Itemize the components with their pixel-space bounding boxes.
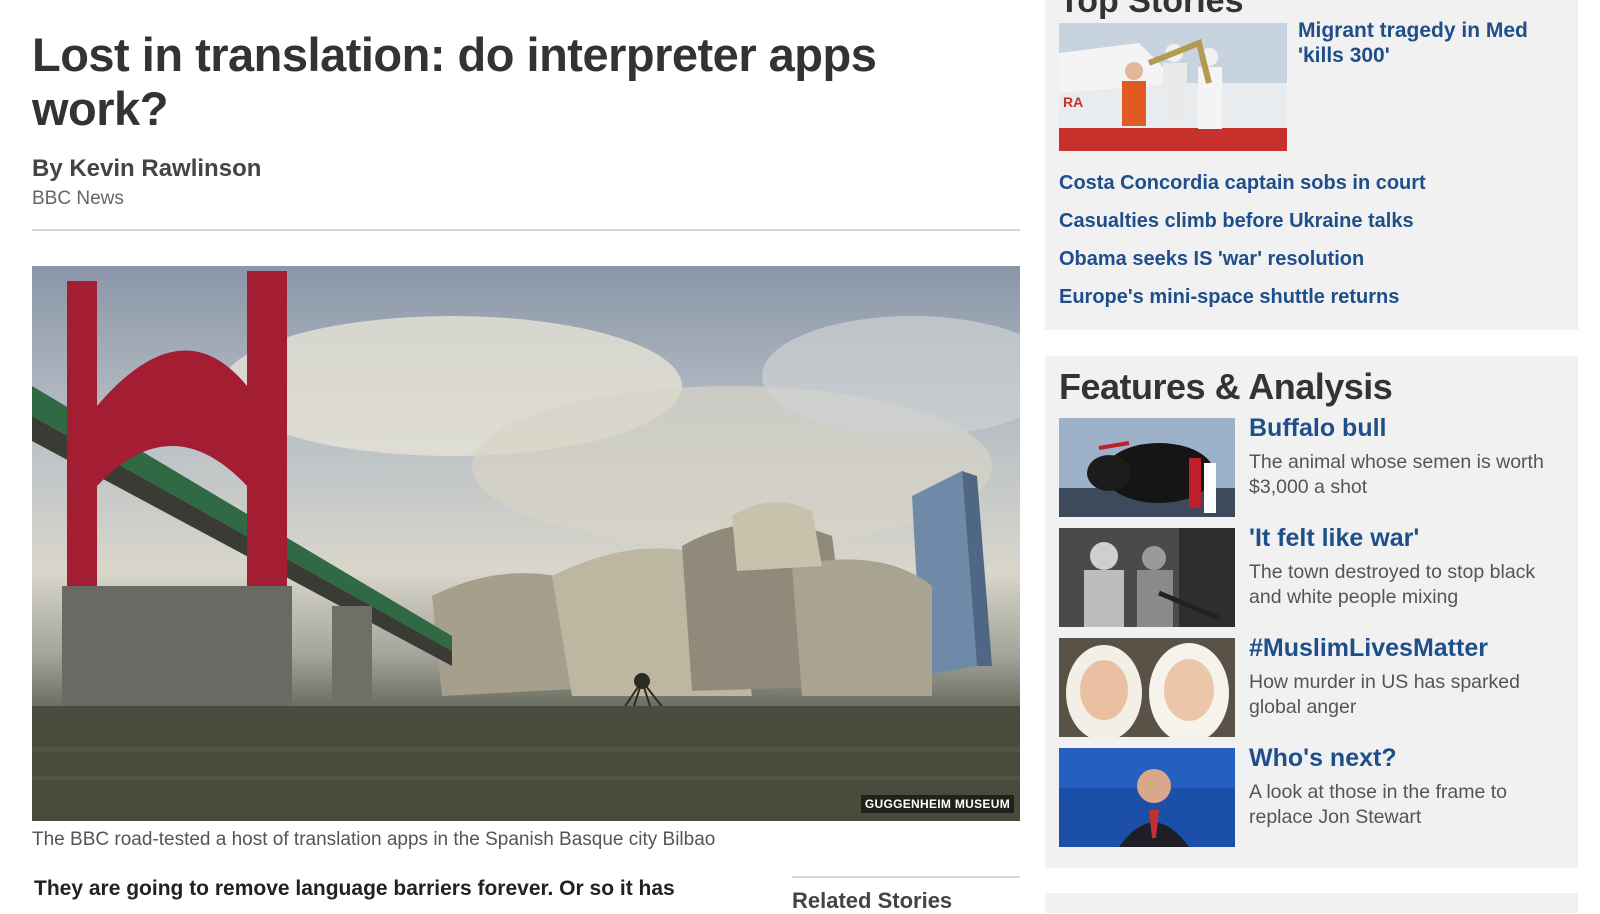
top-story-link[interactable]: Costa Concordia captain sobs in court <box>1059 172 1426 194</box>
feature-title-link[interactable]: Who's next? <box>1249 744 1397 773</box>
feature-item: 'It felt like war' The town destroyed to… <box>1059 524 1569 628</box>
list-item: Casualties climb before Ukraine talks <box>1059 208 1426 246</box>
list-item: Costa Concordia captain sobs in court <box>1059 170 1426 208</box>
bilbao-photo <box>32 271 1020 821</box>
top-story-link[interactable]: Europe's mini-space shuttle returns <box>1059 286 1399 308</box>
features-heading: Features & Analysis <box>1059 366 1393 407</box>
feature-thumbnail-whosnext[interactable] <box>1059 748 1235 847</box>
feature-thumbnail-war[interactable] <box>1059 528 1235 627</box>
top-story-lead-link[interactable]: Migrant tragedy in Med 'kills 300' <box>1298 18 1548 68</box>
features-panel: Features & Analysis Buffalo bull The ani… <box>1045 356 1578 868</box>
image-credit: GUGGENHEIM MUSEUM <box>860 795 1014 813</box>
top-story-link[interactable]: Obama seeks IS 'war' resolution <box>1059 248 1364 270</box>
article-headline: Lost in translation: do interpreter apps… <box>32 28 877 135</box>
image-caption: The BBC road-tested a host of translatio… <box>32 829 716 850</box>
byline-organization: BBC News <box>32 188 124 209</box>
article-lede: They are going to remove language barrie… <box>34 877 675 900</box>
byline-author: By Kevin Rawlinson <box>32 155 262 182</box>
list-item: Europe's mini-space shuttle returns <box>1059 284 1426 322</box>
next-panel <box>1045 893 1578 913</box>
feature-description: A look at those in the frame to replace … <box>1249 781 1507 828</box>
feature-item: Who's next? A look at those in the frame… <box>1059 744 1569 848</box>
feature-description: The animal whose semen is worth $3,000 a… <box>1249 451 1544 498</box>
hero-image: GUGGENHEIM MUSEUM <box>32 266 1020 821</box>
top-story-thumbnail[interactable]: RA <box>1059 23 1287 151</box>
top-stories-heading: Top Stories <box>1059 0 1244 20</box>
related-divider <box>792 876 1020 878</box>
feature-item: #MuslimLivesMatter How murder in US has … <box>1059 634 1569 738</box>
feature-title-link[interactable]: #MuslimLivesMatter <box>1249 634 1488 663</box>
svg-text:RA: RA <box>1063 94 1083 110</box>
top-stories-list: Costa Concordia captain sobs in court Ca… <box>1059 170 1426 322</box>
rescue-photo: RA <box>1059 23 1287 151</box>
feature-thumbnail-muslimlives[interactable] <box>1059 638 1235 737</box>
feature-thumbnail-buffalo[interactable] <box>1059 418 1235 517</box>
feature-description: How murder in US has sparked global ange… <box>1249 671 1520 718</box>
feature-title-link[interactable]: 'It felt like war' <box>1249 524 1419 553</box>
related-stories-heading: Related Stories <box>792 888 953 913</box>
top-stories-panel: Top Stories RA Migrant tragedy in Med 'k… <box>1045 0 1578 330</box>
byline-divider <box>32 229 1020 231</box>
feature-description: The town destroyed to stop black and whi… <box>1249 561 1536 608</box>
feature-item: Buffalo bull The animal whose semen is w… <box>1059 414 1569 518</box>
list-item: Obama seeks IS 'war' resolution <box>1059 246 1426 284</box>
feature-title-link[interactable]: Buffalo bull <box>1249 414 1386 443</box>
top-story-link[interactable]: Casualties climb before Ukraine talks <box>1059 210 1414 232</box>
